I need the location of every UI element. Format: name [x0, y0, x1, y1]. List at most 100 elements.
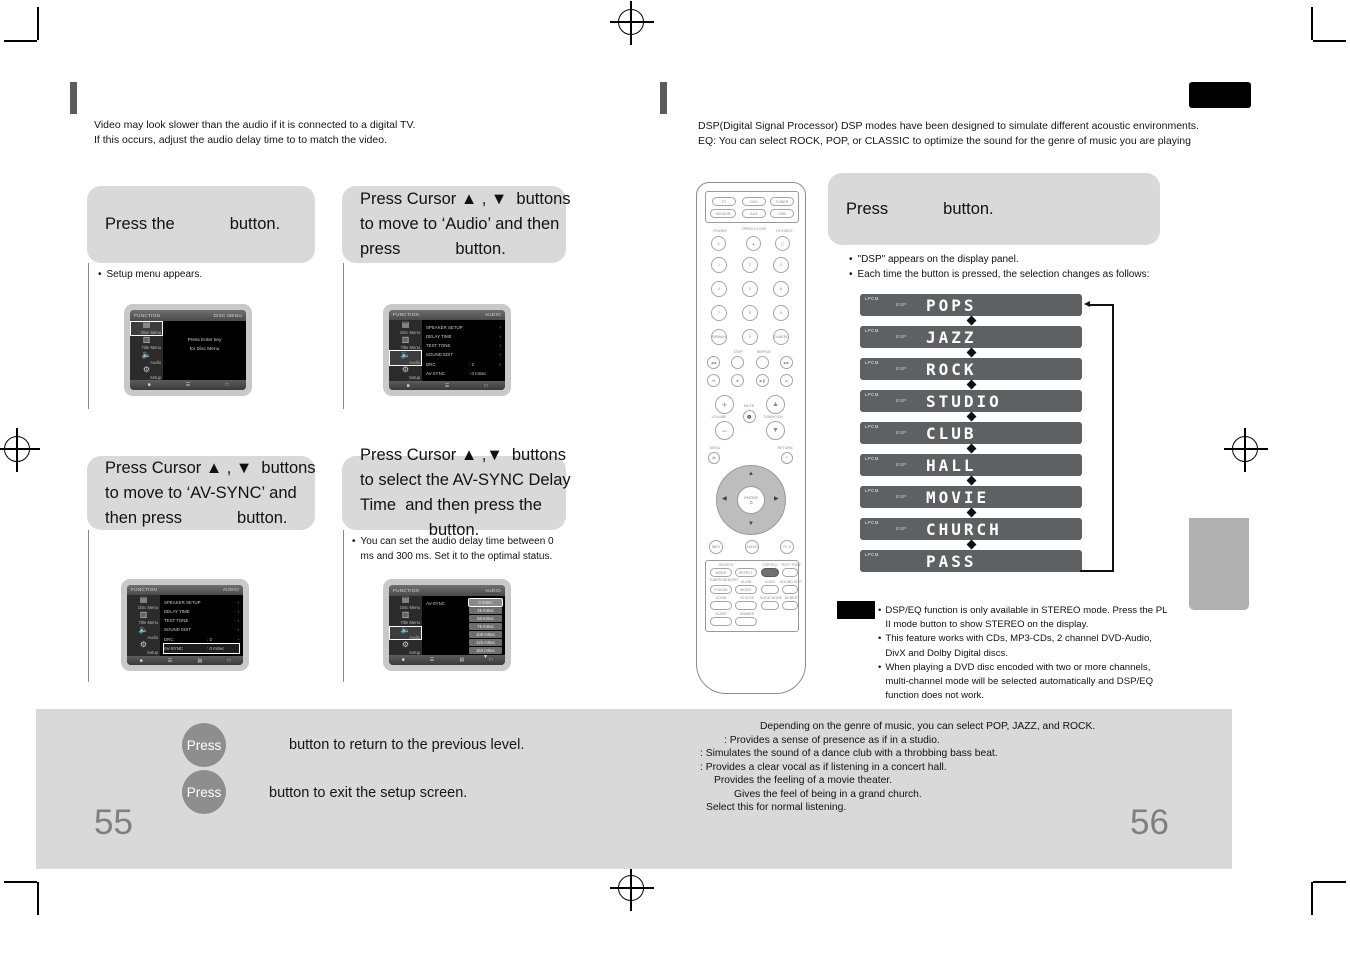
next-track-button[interactable]: ⏭: [780, 374, 793, 387]
osd-sidebar-item-disc-menu[interactable]: ▤ Disc Menu: [389, 320, 422, 335]
osd-menu-row[interactable]: SOUND EDIT ›: [164, 625, 239, 634]
stop-button[interactable]: ■: [731, 374, 744, 387]
prev-track-button[interactable]: ⏮: [707, 374, 720, 387]
chevron-right-icon: ›: [237, 636, 239, 642]
repeat-button[interactable]: [756, 356, 769, 369]
remote-key-8[interactable]: 8: [742, 305, 758, 321]
remote-key-dvd[interactable]: DVD: [742, 197, 766, 206]
osd-option-item[interactable]: 125 mSec: [469, 639, 502, 646]
osd-sidebar-item-setup[interactable]: ⚙ Setup: [389, 640, 422, 655]
remote-key-6[interactable]: 6: [773, 281, 789, 297]
mute-button[interactable]: 🔇: [743, 410, 756, 423]
osd-menu-row[interactable]: TEST TONE ›: [164, 616, 239, 625]
enter-button[interactable]: ENTER ➲: [737, 486, 765, 514]
remote-key-mode[interactable]: MODE: [710, 568, 732, 577]
remote-key-9[interactable]: 9: [773, 305, 789, 321]
osd-option-item[interactable]: 50 mSec: [469, 615, 502, 622]
remote-key-sensor[interactable]: SENSOR: [710, 209, 736, 218]
osd-sidebar-item-setup[interactable]: ⚙ Setup: [389, 366, 422, 381]
step-button[interactable]: [731, 356, 744, 369]
osd-sidebar-item-disc-menu[interactable]: ▤ Disc Menu: [389, 596, 422, 611]
osd-menu-row[interactable]: SPEAKER SETUP ›: [426, 323, 501, 332]
debest-button[interactable]: [782, 601, 798, 610]
remote-key-7[interactable]: 7: [711, 305, 727, 321]
osd-option-item[interactable]: 100 mSec: [469, 631, 502, 638]
tuning-down-button[interactable]: ▼: [766, 421, 785, 440]
volume-down-button[interactable]: −: [715, 421, 734, 440]
osd-sidebar-item-disc-menu[interactable]: ▤ Disc Menu: [130, 321, 163, 336]
osd-sidebar-item-title-menu[interactable]: ▥ Title Menu: [127, 610, 160, 625]
osd-sidebar-item-audio[interactable]: 🔈 Audio: [130, 350, 163, 366]
return-action-button[interactable]: Press: [182, 723, 226, 767]
osd-sidebar-item-setup[interactable]: ⚙ Setup: [130, 365, 163, 380]
osd-sidebar-item-audio[interactable]: 🔈 Audio: [127, 625, 160, 641]
osd-menu-row[interactable]: TEST TONE ›: [426, 341, 501, 350]
sleep-button[interactable]: [710, 617, 732, 626]
osd-sidebar-item-title-menu[interactable]: ▥ Title Menu: [389, 611, 422, 626]
play-pause-button[interactable]: ▶❚: [756, 374, 769, 387]
osd-sidebar-item-audio[interactable]: 🔈 Audio: [389, 625, 422, 641]
osd-menu-row[interactable]: SPEAKER SETUP ›: [164, 598, 239, 607]
remote-key-5[interactable]: 5: [742, 281, 758, 297]
crop-mark-tr-v: [1311, 7, 1313, 40]
osd-menu-row[interactable]: SOUND EDIT ›: [426, 350, 501, 359]
osd-option-item[interactable]: 75 mSec: [469, 623, 502, 630]
osd-sidebar-item-disc-menu[interactable]: ▤ Disc Menu: [127, 595, 160, 610]
test-tone-button[interactable]: [782, 568, 798, 577]
remote-key-0[interactable]: 0: [742, 329, 758, 345]
osd-menu-row[interactable]: DELAY TIME ›: [426, 332, 501, 341]
remote-key-1[interactable]: 1: [711, 257, 727, 273]
remote-key-usb[interactable]: USB: [770, 209, 794, 218]
zoom-button[interactable]: [710, 601, 732, 610]
menu-button[interactable]: ▤: [708, 452, 720, 464]
remote-key-effect[interactable]: EFFECT: [735, 568, 757, 577]
osd-menu-row[interactable]: DRC: 2 ›: [426, 360, 501, 369]
power-button[interactable]: ⏻: [711, 236, 726, 251]
osd-menu-row[interactable]: DELAY TIME ›: [164, 607, 239, 616]
osd-menu-row[interactable]: AV-SYNC: 0 mSec: [426, 369, 501, 378]
osd-sidebar-item-title-menu[interactable]: ▥ Title Menu: [130, 336, 163, 351]
remote-key-cancel[interactable]: CANCEL: [773, 329, 789, 345]
open-close-button[interactable]: ▲: [746, 236, 761, 251]
scroll-down-icon[interactable]: ▼: [469, 655, 502, 660]
sound-edit-button[interactable]: [782, 585, 798, 594]
tuning-up-button[interactable]: ▲: [766, 395, 785, 414]
dpad-left-icon[interactable]: ◀: [722, 496, 727, 502]
remote-key-4[interactable]: 4: [711, 281, 727, 297]
osd-sidebar-item-setup[interactable]: ⚙ Setup: [127, 641, 160, 656]
exit-action-button[interactable]: Press: [182, 770, 226, 814]
remote-key-3[interactable]: 3: [773, 257, 789, 273]
dimmer-button[interactable]: [735, 617, 757, 626]
dsp-eq-button[interactable]: [761, 568, 779, 577]
tv-video-button[interactable]: ▢: [775, 236, 790, 251]
osd-option-item[interactable]: 150 mSec: [469, 647, 502, 654]
st-x-fa-button[interactable]: [735, 601, 757, 610]
remote-key-tv[interactable]: TV: [712, 197, 736, 206]
osd-menu-row[interactable]: DRC: 2 ›: [164, 635, 239, 644]
dsp-mode-word: STUDIO: [926, 391, 1002, 411]
remote-key-aux[interactable]: AUX: [742, 209, 766, 218]
osd-sidebar-item-title-menu[interactable]: ▥ Title Menu: [389, 335, 422, 350]
remote-key-2[interactable]: 2: [742, 257, 758, 273]
dpad-up-icon[interactable]: ▲: [748, 471, 754, 477]
osd-menu-row-avsync-highlighted[interactable]: AV-SYNC: 0 mSec: [163, 642, 240, 655]
dpad-right-icon[interactable]: ▶: [774, 496, 779, 502]
info-button[interactable]: INFO: [709, 540, 723, 554]
osd-sidebar-item-audio[interactable]: 🔈 Audio: [389, 350, 422, 366]
pl2-button[interactable]: PL II: [780, 540, 794, 554]
rewind-button[interactable]: ◀◀: [707, 356, 720, 369]
fast-forward-button[interactable]: ▶▶: [780, 356, 793, 369]
audio-button[interactable]: AUDIO: [745, 540, 759, 554]
volume-up-button[interactable]: +: [715, 395, 734, 414]
return-button[interactable]: ↶: [781, 452, 793, 464]
remote-key-tuner[interactable]: TUNER: [770, 197, 794, 206]
logo-button[interactable]: [761, 585, 779, 594]
dpad-down-icon[interactable]: ▼: [748, 521, 754, 527]
osd-option-item[interactable]: 25 mSec: [469, 607, 502, 614]
slide-mode-button[interactable]: [761, 601, 779, 610]
step-4-line-1: Press Cursor ▲ ,▼ buttons: [360, 446, 566, 464]
remote-key-mo-st[interactable]: MO/ST: [735, 585, 757, 594]
osd-option-item[interactable]: 0 mSec: [468, 598, 503, 607]
remote-key-remain[interactable]: REMAIN: [711, 329, 727, 345]
remote-key-p-scan[interactable]: P.SCAN: [710, 585, 732, 594]
